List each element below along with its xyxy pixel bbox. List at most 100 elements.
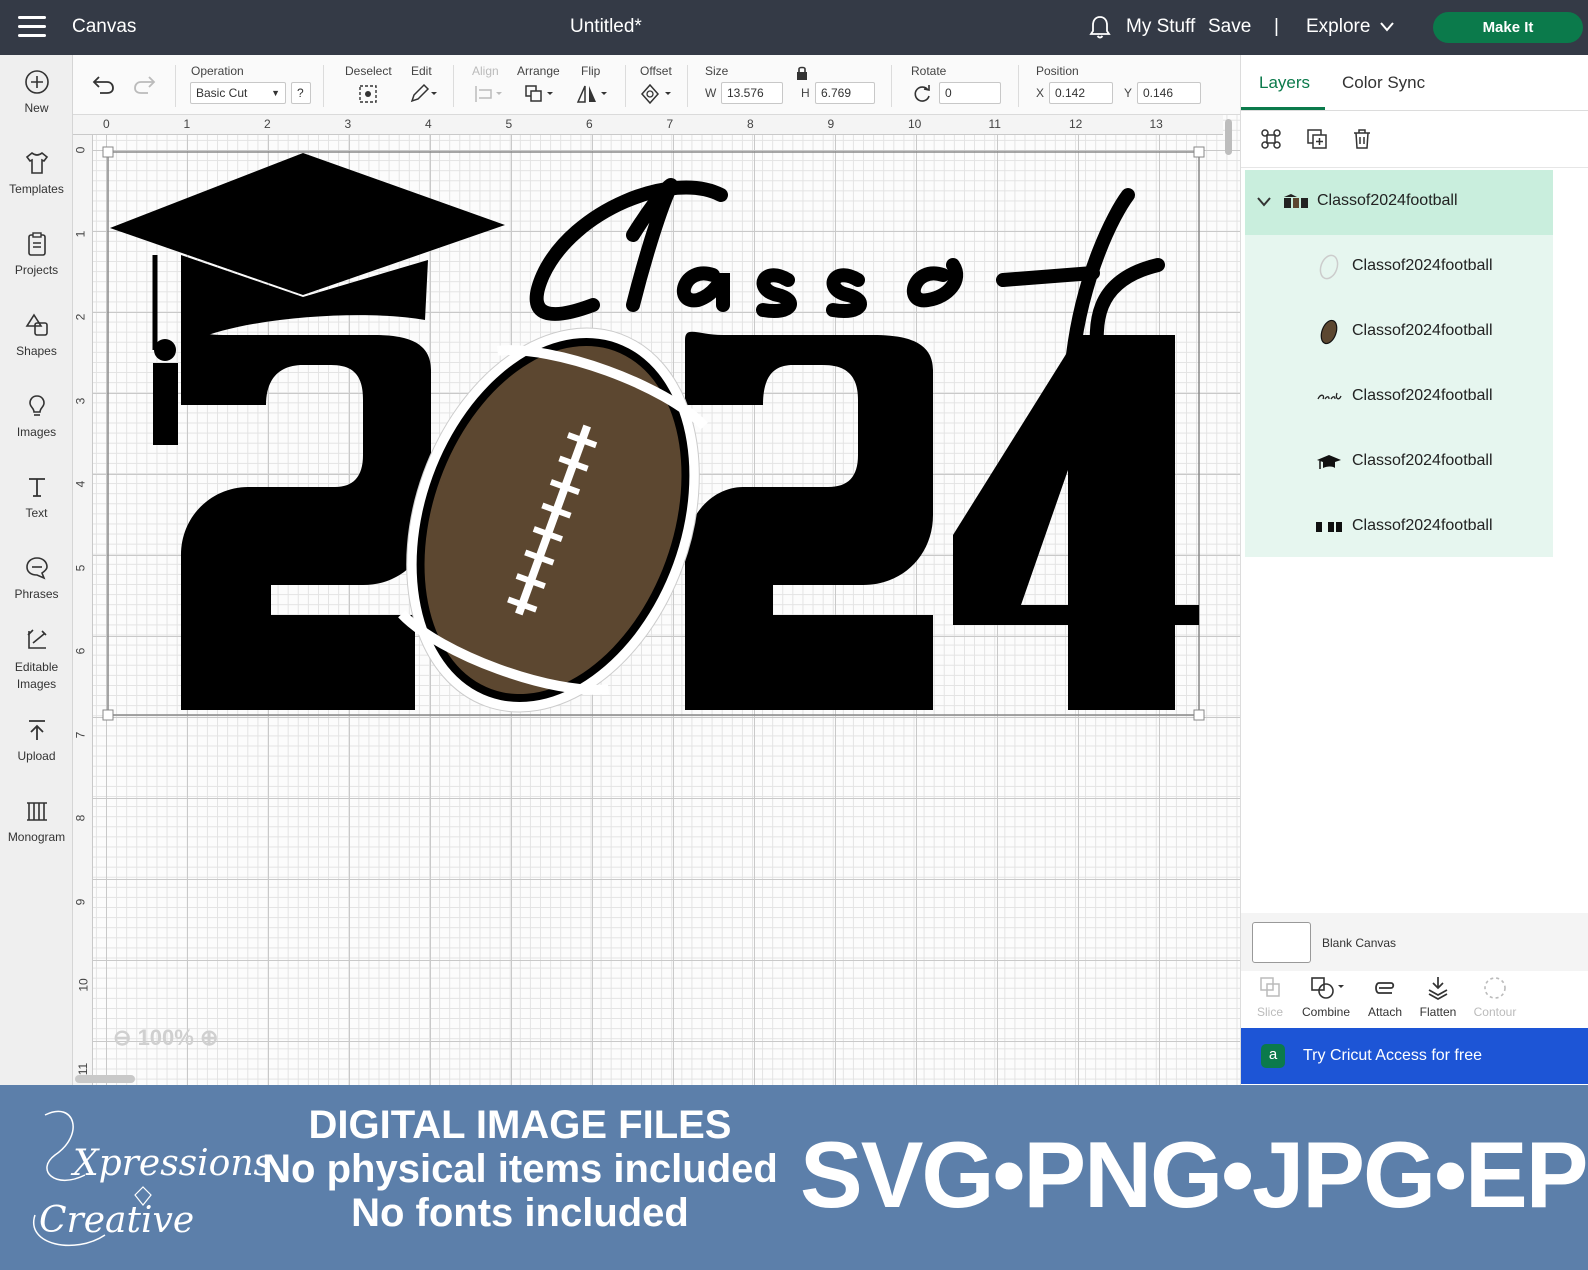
save-button[interactable]: Save — [1208, 16, 1251, 38]
new-button[interactable]: New — [0, 69, 73, 115]
duplicate-icon[interactable] — [1305, 127, 1329, 151]
redo-icon[interactable] — [133, 75, 157, 95]
editable-images-button[interactable]: Editable Images — [0, 627, 73, 693]
operation-label: Operation — [191, 64, 244, 78]
rotate-input[interactable]: 0 — [939, 82, 1001, 104]
explore-menu[interactable]: Explore — [1306, 16, 1370, 38]
zoom-in-icon[interactable]: ⊕ — [200, 1025, 218, 1050]
shapes-icon — [25, 313, 48, 336]
ruler-top-number: 13 — [1149, 117, 1163, 131]
my-stuff-link[interactable]: My Stuff — [1126, 16, 1195, 38]
flip-icon[interactable] — [575, 83, 609, 105]
tab-color-sync[interactable]: Color Sync — [1342, 73, 1425, 93]
height-label: H — [801, 86, 810, 100]
zoom-control[interactable]: ⊖ 100% ⊕ — [113, 1025, 238, 1055]
images-button[interactable]: Images — [0, 393, 73, 439]
layer-group-row[interactable]: Classof2024football — [1245, 170, 1553, 235]
ruler-left-number: 10 — [76, 978, 91, 992]
layer-row[interactable]: Classof2024football — [1245, 235, 1553, 300]
numbers-icon — [1316, 522, 1342, 532]
tab-layers[interactable]: Layers — [1259, 73, 1310, 93]
chevron-down-icon[interactable] — [1257, 196, 1271, 208]
design-artwork[interactable]: Class of — [73, 115, 1240, 1100]
flatten-button[interactable]: Flatten — [1408, 975, 1468, 1019]
upload-label: Upload — [17, 749, 56, 763]
shapes-label: Shapes — [16, 344, 57, 358]
monogram-icon — [26, 802, 47, 821]
hamburger-menu-icon[interactable] — [18, 16, 46, 38]
align-icon[interactable] — [473, 83, 503, 105]
class-of-text: Class of — [781, 284, 786, 286]
editable-images-label: Editable Images — [14, 660, 59, 691]
ruler-left-number: 4 — [73, 480, 88, 488]
vertical-scrollbar[interactable] — [1223, 117, 1233, 1077]
ruler-left-number: 11 — [76, 1062, 91, 1075]
ruler-left-number: 2 — [73, 313, 88, 321]
cricut-access-banner[interactable]: a Try Cricut Access for free — [1241, 1028, 1588, 1084]
arrange-icon[interactable] — [523, 83, 555, 105]
layer-row[interactable]: Classof2024football — [1245, 365, 1553, 430]
trash-icon[interactable] — [1350, 127, 1374, 151]
undo-icon[interactable] — [91, 75, 115, 95]
bell-icon[interactable] — [1088, 14, 1112, 40]
attach-button[interactable]: Attach — [1355, 975, 1415, 1019]
document-title[interactable]: Untitled* — [570, 16, 642, 38]
make-it-button[interactable]: Make It — [1433, 12, 1583, 43]
cricut-access-text: Try Cricut Access for free — [1303, 1047, 1482, 1064]
horizontal-scrollbar[interactable] — [75, 1075, 135, 1083]
top-header: Canvas Untitled* My Stuff Save | Explore… — [0, 0, 1588, 55]
operation-help-button[interactable]: ? — [291, 82, 311, 104]
offset-label: Offset — [640, 64, 672, 78]
deselect-icon[interactable] — [357, 83, 379, 105]
layer-row[interactable]: Classof2024football — [1245, 495, 1553, 557]
layer-label: Classof2024football — [1352, 517, 1493, 534]
width-input[interactable]: 13.576 — [721, 82, 783, 104]
ruler-top-number: 6 — [586, 117, 593, 131]
ruler-left-number: 6 — [73, 647, 88, 655]
height-input[interactable]: 6.769 — [815, 82, 875, 104]
x-position-input[interactable]: 0.142 — [1049, 82, 1113, 104]
group-icon[interactable] — [1259, 127, 1283, 151]
arrange-label: Arrange — [517, 64, 560, 78]
slice-icon — [1260, 977, 1280, 997]
zoom-out-icon[interactable]: ⊖ — [113, 1025, 131, 1050]
offset-icon[interactable] — [639, 83, 673, 105]
slice-button[interactable]: Slice — [1240, 975, 1300, 1019]
rotate-icon[interactable] — [911, 83, 933, 105]
layer-row[interactable]: Classof2024football — [1245, 430, 1553, 495]
blank-canvas-swatch[interactable] — [1252, 922, 1311, 963]
layer-row[interactable]: Classof2024football — [1245, 300, 1553, 365]
blank-canvas-row[interactable]: Blank Canvas — [1241, 913, 1588, 971]
edit-label: Edit — [411, 64, 432, 78]
shapes-button[interactable]: Shapes — [0, 312, 73, 358]
file-formats: SVG•PNG•JPG•EPS — [800, 1122, 1588, 1227]
ruler-top-number: 10 — [908, 117, 922, 131]
info-line-2: No physical items included — [262, 1147, 778, 1191]
phrases-button[interactable]: Phrases — [0, 555, 73, 601]
contour-button[interactable]: Contour — [1465, 975, 1525, 1019]
combine-button[interactable]: Combine — [1296, 975, 1356, 1019]
position-label: Position — [1036, 64, 1079, 78]
app-title: Canvas — [72, 16, 137, 37]
y-position-input[interactable]: 0.146 — [1137, 82, 1201, 104]
projects-button[interactable]: Projects — [0, 231, 73, 277]
lock-icon[interactable] — [795, 65, 809, 81]
promo-banner: Xpressions Creative DIGITAL IMAGE FILES … — [0, 1085, 1588, 1270]
edit-pencil-icon[interactable] — [408, 83, 438, 105]
contour-label: Contour — [1473, 1005, 1517, 1019]
monogram-button[interactable]: Monogram — [0, 798, 73, 844]
operation-select[interactable]: Basic Cut ▼ — [190, 82, 286, 104]
templates-button[interactable]: Templates — [0, 150, 73, 196]
text-button[interactable]: Text — [0, 474, 73, 520]
chevron-down-icon[interactable] — [1380, 22, 1394, 32]
shirt-icon — [25, 151, 48, 174]
slice-label: Slice — [1256, 1005, 1283, 1019]
projects-label: Projects — [14, 263, 59, 277]
header-separator: | — [1274, 16, 1279, 37]
upload-button[interactable]: Upload — [0, 717, 73, 763]
ruler-left-number: 0 — [73, 146, 88, 154]
design-canvas[interactable]: Class of — [73, 115, 1240, 1100]
align-label: Align — [472, 64, 499, 78]
ruler-left-number: 9 — [73, 898, 88, 905]
size-label: Size — [705, 64, 729, 78]
